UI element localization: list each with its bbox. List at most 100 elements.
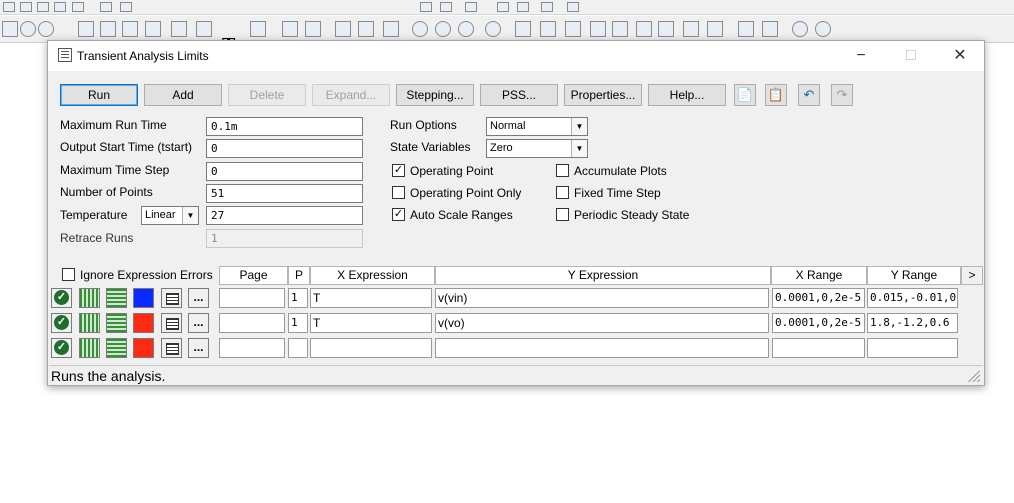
resize-grip[interactable] bbox=[968, 370, 980, 382]
toolbar-icon[interactable] bbox=[440, 2, 452, 12]
help-button[interactable]: Help... bbox=[648, 84, 726, 106]
add-button[interactable]: Add bbox=[144, 84, 222, 106]
toolbar-icon[interactable] bbox=[636, 21, 652, 37]
state-variables-select[interactable]: Zero ▼ bbox=[486, 139, 588, 158]
zoom-in-icon[interactable] bbox=[792, 21, 808, 37]
close-button[interactable]: ✕ bbox=[937, 41, 983, 71]
y-expression-cell[interactable]: v(vin) bbox=[435, 288, 769, 308]
table-icon[interactable] bbox=[161, 338, 182, 358]
maximize-button[interactable]: □ bbox=[888, 41, 934, 71]
more-options-button[interactable]: ... bbox=[188, 338, 209, 358]
col-header-x-expression[interactable]: X Expression bbox=[310, 266, 435, 285]
operating-point-only-checkbox[interactable] bbox=[392, 186, 405, 199]
check-icon[interactable]: ✓ bbox=[51, 313, 72, 333]
check-icon[interactable]: ✓ bbox=[51, 288, 72, 308]
toolbar-icon[interactable] bbox=[565, 21, 581, 37]
toolbar-icon[interactable] bbox=[412, 21, 428, 37]
num-points-input[interactable]: 51 bbox=[206, 184, 363, 203]
toolbar-icon[interactable] bbox=[383, 21, 399, 37]
color-swatch[interactable] bbox=[133, 313, 154, 333]
p-cell[interactable]: 1 bbox=[288, 313, 308, 333]
toolbar-icon[interactable] bbox=[762, 21, 778, 37]
fixed-time-step-checkbox[interactable] bbox=[556, 186, 569, 199]
y-range-cell[interactable]: 0.015,-0.01,0.00 bbox=[867, 288, 958, 308]
toolbar-icon[interactable] bbox=[707, 21, 723, 37]
col-header-x-range[interactable]: X Range bbox=[771, 266, 867, 285]
toolbar-icon[interactable] bbox=[100, 21, 116, 37]
y-range-cell[interactable] bbox=[867, 338, 958, 358]
toolbar-icon[interactable] bbox=[517, 2, 529, 12]
grid-lines-icon[interactable] bbox=[106, 288, 127, 308]
toolbar-icon[interactable] bbox=[3, 2, 15, 12]
max-time-step-input[interactable]: 0 bbox=[206, 162, 363, 181]
table-icon[interactable] bbox=[161, 288, 182, 308]
y-expression-cell[interactable] bbox=[435, 338, 769, 358]
title-bar[interactable]: Transient Analysis Limits − □ ✕ bbox=[48, 41, 984, 71]
page-cell[interactable] bbox=[219, 288, 285, 308]
toolbar-icon[interactable] bbox=[78, 21, 94, 37]
toolbar-icon[interactable] bbox=[590, 21, 606, 37]
check-icon[interactable]: ✓ bbox=[51, 338, 72, 358]
zoom-out-icon[interactable] bbox=[815, 21, 831, 37]
toolbar-icon[interactable] bbox=[72, 2, 84, 12]
toolbar-icon[interactable] bbox=[658, 21, 674, 37]
toolbar-icon[interactable] bbox=[120, 2, 132, 12]
toolbar-icon[interactable] bbox=[20, 2, 32, 12]
table-icon[interactable] bbox=[161, 313, 182, 333]
stepping-button[interactable]: Stepping... bbox=[396, 84, 474, 106]
more-options-button[interactable]: ... bbox=[188, 313, 209, 333]
grid-lines-icon[interactable] bbox=[106, 313, 127, 333]
toolbar-icon[interactable] bbox=[305, 21, 321, 37]
toolbar-icon[interactable] bbox=[100, 2, 112, 12]
col-header-p[interactable]: P bbox=[288, 266, 310, 285]
output-start-time-input[interactable]: 0 bbox=[206, 139, 363, 158]
y-range-cell[interactable]: 1.8,-1.2,0.6 bbox=[867, 313, 958, 333]
col-header-y-expression[interactable]: Y Expression bbox=[435, 266, 771, 285]
periodic-steady-state-checkbox[interactable] bbox=[556, 208, 569, 221]
toolbar-icon[interactable] bbox=[612, 21, 628, 37]
p-cell[interactable] bbox=[288, 338, 308, 358]
toolbar-icon[interactable] bbox=[37, 2, 49, 12]
col-header-page[interactable]: Page bbox=[219, 266, 288, 285]
hand-icon[interactable] bbox=[20, 21, 36, 37]
toolbar-icon[interactable] bbox=[485, 21, 501, 37]
p-cell[interactable]: 1 bbox=[288, 288, 308, 308]
color-swatch[interactable] bbox=[133, 338, 154, 358]
expand-button[interactable]: Expand... bbox=[312, 84, 390, 106]
properties-button[interactable]: Properties... bbox=[564, 84, 642, 106]
page-cell[interactable] bbox=[219, 338, 285, 358]
x-range-cell[interactable] bbox=[772, 338, 865, 358]
x-range-cell[interactable]: 0.0001,0,2e-5 bbox=[772, 313, 865, 333]
toolbar-icon[interactable] bbox=[196, 21, 212, 37]
toolbar-icon[interactable] bbox=[2, 21, 18, 37]
scroll-right-button[interactable]: > bbox=[961, 266, 983, 285]
plot-grid-icon[interactable] bbox=[79, 338, 100, 358]
plot-grid-icon[interactable] bbox=[79, 313, 100, 333]
toolbar-icon[interactable] bbox=[540, 21, 556, 37]
more-options-button[interactable]: ... bbox=[188, 288, 209, 308]
toolbar-icon[interactable] bbox=[567, 2, 579, 12]
toolbar-icon[interactable] bbox=[420, 2, 432, 12]
y-expression-cell[interactable]: v(vo) bbox=[435, 313, 769, 333]
paste-icon[interactable]: 📋 bbox=[765, 84, 787, 106]
operating-point-checkbox[interactable]: ✓ bbox=[392, 164, 405, 177]
ignore-expression-errors-checkbox[interactable] bbox=[62, 268, 75, 281]
x-expression-cell[interactable]: T bbox=[310, 313, 432, 333]
plot-grid-icon[interactable] bbox=[79, 288, 100, 308]
toolbar-icon[interactable] bbox=[497, 2, 509, 12]
color-swatch[interactable] bbox=[133, 288, 154, 308]
page-cell[interactable] bbox=[219, 313, 285, 333]
toolbar-icon[interactable] bbox=[335, 21, 351, 37]
grid-lines-icon[interactable] bbox=[106, 338, 127, 358]
toolbar-icon[interactable] bbox=[122, 21, 138, 37]
toolbar-icon[interactable] bbox=[54, 2, 66, 12]
toolbar-icon[interactable] bbox=[435, 21, 451, 37]
toolbar-icon[interactable] bbox=[541, 2, 553, 12]
toolbar-icon[interactable] bbox=[171, 21, 187, 37]
redo-icon[interactable]: ↷ bbox=[831, 84, 853, 106]
toolbar-icon[interactable] bbox=[250, 21, 266, 37]
help-icon[interactable] bbox=[38, 21, 54, 37]
run-button[interactable]: Run bbox=[60, 84, 138, 106]
pss-button[interactable]: PSS... bbox=[480, 84, 558, 106]
x-range-cell[interactable]: 0.0001,0,2e-5 bbox=[772, 288, 865, 308]
